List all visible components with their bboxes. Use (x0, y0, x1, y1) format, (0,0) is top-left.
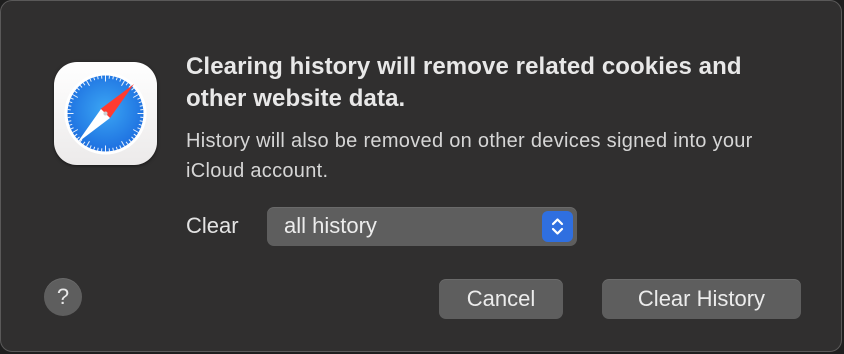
safari-app-icon (54, 62, 157, 165)
dialog-message: History will also be removed on other de… (186, 130, 753, 182)
safari-compass-icon (64, 72, 147, 155)
cancel-button[interactable]: Cancel (439, 279, 563, 319)
help-button[interactable]: ? (44, 278, 82, 316)
history-range-popup[interactable]: all history (267, 207, 577, 246)
clear-history-button[interactable]: Clear History (602, 279, 801, 319)
clear-history-dialog: Clearing history will remove related coo… (0, 0, 842, 352)
dialog-title: Clearing history will remove related coo… (186, 53, 742, 112)
history-range-value: all history (284, 213, 377, 238)
clear-range-label: Clear (186, 213, 239, 238)
up-down-chevron-icon (542, 211, 573, 242)
